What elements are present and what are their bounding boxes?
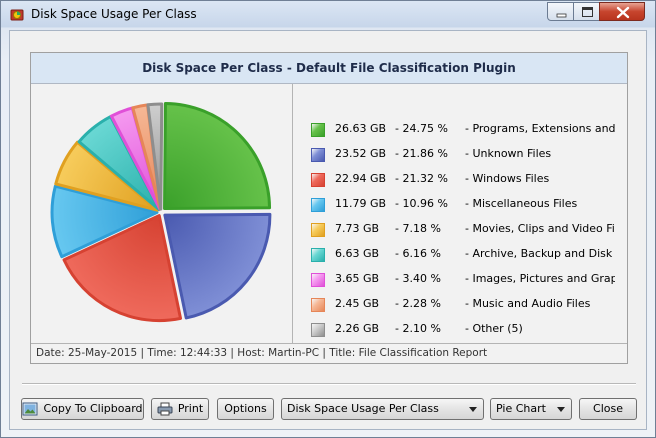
legend-size: 11.79 GB (335, 197, 387, 210)
copy-to-clipboard-button[interactable]: Copy To Clipboard (21, 398, 144, 420)
legend-swatch (311, 223, 325, 237)
footer-divider (31, 343, 627, 344)
legend-swatch (311, 298, 325, 312)
legend-item: 6.63 GB - 6.16 % - Archive, Backup and Dis… (311, 247, 621, 263)
legend-item: 23.52 GB - 21.86 % - Unknown Files (311, 147, 621, 163)
legend-percent: - 6.16 % (395, 247, 441, 260)
legend-size: 6.63 GB (335, 247, 380, 260)
legend-item: 2.45 GB - 2.28 % - Music and Audio Files (311, 297, 621, 313)
app-window: Disk Space Usage Per Class Disk Space Pe… (0, 0, 656, 438)
legend-name: - Windows Files (465, 172, 550, 185)
legend-size: 3.65 GB (335, 272, 380, 285)
legend-percent: - 3.40 % (395, 272, 441, 285)
legend-item: 11.79 GB - 10.96 % - Miscellaneous Files (311, 197, 621, 213)
legend-swatch (311, 173, 325, 187)
legend-name: - Other (5) (465, 322, 523, 335)
legend-name: - Programs, Extensions and S... (465, 122, 615, 135)
legend-item: 7.73 GB - 7.18 % - Movies, Clips and Video… (311, 222, 621, 238)
panel-divider (292, 84, 293, 343)
legend-name: - Unknown Files (465, 147, 552, 160)
title-bar[interactable]: Disk Space Usage Per Class (1, 1, 655, 29)
legend-percent: - 10.96 % (395, 197, 448, 210)
legend-item: 26.63 GB - 24.75 % - Programs, Extensions … (311, 122, 621, 138)
clipboard-icon (22, 402, 38, 416)
minimize-button[interactable] (547, 2, 574, 21)
legend-item: 2.26 GB - 2.10 % - Other (5) (311, 322, 621, 338)
legend-percent: - 24.75 % (395, 122, 448, 135)
legend-size: 7.73 GB (335, 222, 380, 235)
legend-name: - Music and Audio Files (465, 297, 591, 310)
chevron-down-icon (469, 407, 477, 412)
pie-slice-2 (163, 212, 272, 320)
legend-percent: - 21.32 % (395, 172, 448, 185)
chevron-down-icon (557, 407, 565, 412)
maximize-icon (582, 7, 593, 17)
legend-percent: - 21.86 % (395, 147, 448, 160)
legend-swatch (311, 198, 325, 212)
legend-name: - Archive, Backup and Disk I... (465, 247, 615, 260)
legend-swatch (311, 248, 325, 262)
minimize-icon (556, 13, 567, 18)
legend-size: 2.45 GB (335, 297, 380, 310)
report-panel: Disk Space Per Class - Default File Clas… (30, 52, 628, 364)
legend-name: - Movies, Clips and Video Files (465, 222, 615, 235)
legend-size: 2.26 GB (335, 322, 380, 335)
legend-name: - Miscellaneous Files (465, 197, 578, 210)
legend-swatch (311, 323, 325, 337)
pie-slice-1 (163, 101, 272, 210)
chart-type-value: Pie Chart (496, 402, 546, 415)
window-title: Disk Space Usage Per Class (31, 7, 197, 21)
client-area: Disk Space Per Class - Default File Clas… (9, 30, 647, 430)
report-type-value: Disk Space Usage Per Class (287, 402, 439, 415)
legend-name: - Images, Pictures and Graph... (465, 272, 615, 285)
legend-size: 22.94 GB (335, 172, 387, 185)
legend-swatch (311, 148, 325, 162)
maximize-button[interactable] (573, 2, 600, 21)
close-window-button[interactable] (599, 2, 645, 21)
legend-percent: - 2.28 % (395, 297, 441, 310)
panel-heading: Disk Space Per Class - Default File Clas… (31, 53, 627, 84)
print-button[interactable]: Print (151, 398, 209, 420)
legend-percent: - 7.18 % (395, 222, 441, 235)
legend-item: 22.94 GB - 21.32 % - Windows Files (311, 172, 621, 188)
report-status: Date: 25-May-2015 | Time: 12:44:33 | Hos… (36, 347, 488, 359)
legend-size: 26.63 GB (335, 122, 387, 135)
legend-size: 23.52 GB (335, 147, 387, 160)
legend-swatch (311, 273, 325, 287)
close-button[interactable]: Close (579, 398, 637, 420)
close-icon (616, 6, 630, 19)
chart-type-select[interactable]: Pie Chart (490, 398, 572, 420)
pie-chart (50, 101, 272, 323)
report-type-select[interactable]: Disk Space Usage Per Class (281, 398, 484, 420)
printer-icon (157, 402, 173, 416)
legend-item: 3.65 GB - 3.40 % - Images, Pictures and Gr… (311, 272, 621, 288)
legend-percent: - 2.10 % (395, 322, 441, 335)
legend-swatch (311, 123, 325, 137)
options-button[interactable]: Options (217, 398, 274, 420)
app-icon (10, 9, 24, 21)
button-separator (22, 383, 636, 385)
